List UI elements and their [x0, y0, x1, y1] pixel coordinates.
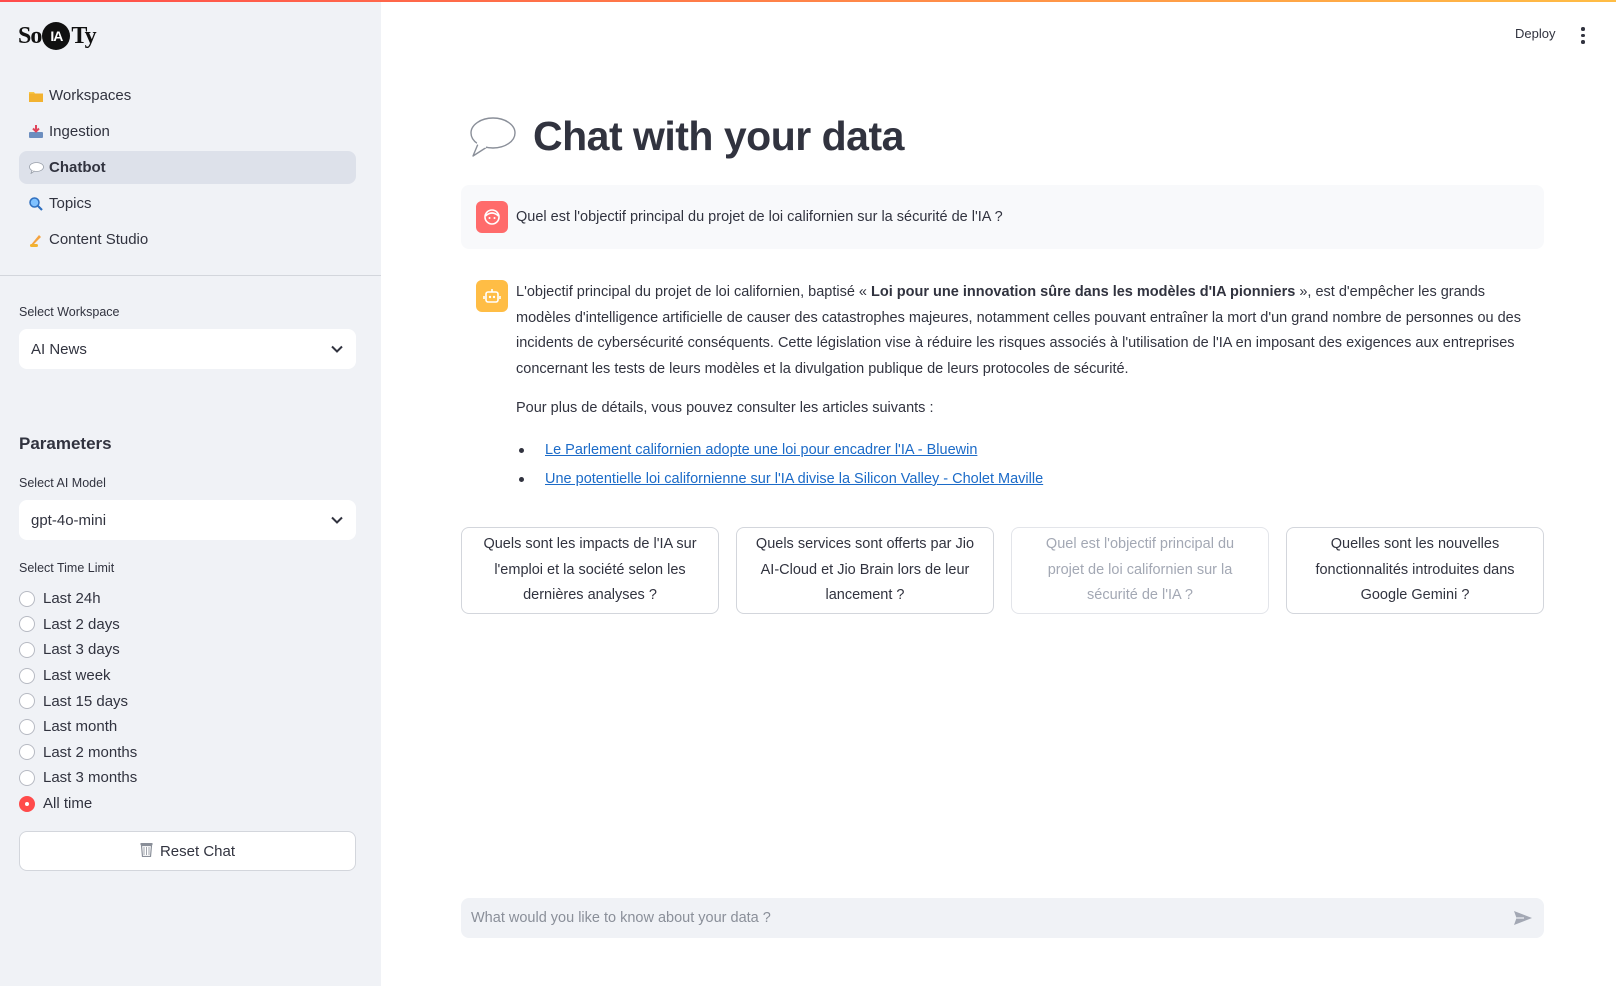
inbox-tray-icon [29, 125, 49, 138]
wastebasket-icon [140, 842, 153, 860]
logo-text-start: So [18, 22, 42, 49]
radio-label: Last 24h [43, 590, 101, 608]
workspace-select-value: AI News [31, 340, 87, 358]
magnifier-icon [29, 196, 49, 211]
radio-last-3-months[interactable]: Last 3 months [19, 765, 137, 791]
logo-badge: IA [42, 22, 71, 50]
user-message-text: Quel est l'objectif principal du projet … [516, 209, 1003, 225]
sidebar-nav: Workspaces Ingestion Chatbot Topics Cont… [19, 79, 356, 259]
list-item: Une potentielle loi californienne sur l'… [516, 465, 1541, 494]
radio-label: Last week [43, 667, 111, 685]
app-logo: So IA Ty [18, 22, 97, 50]
radio-label: Last 15 days [43, 692, 129, 710]
list-item: Le Parlement californien adopte une loi … [516, 436, 1541, 465]
user-message: Quel est l'objectif principal du projet … [461, 185, 1544, 249]
sidebar-item-label: Content Studio [49, 231, 149, 248]
model-select-label: Select AI Model [19, 476, 106, 490]
suggestion-button[interactable]: Quels services sont offerts par Jio AI-C… [736, 527, 994, 614]
speech-bubble-icon [470, 116, 516, 157]
radio-label: Last 2 days [43, 615, 120, 633]
sidebar-item-chatbot[interactable]: Chatbot [19, 151, 356, 184]
answer-bold-title: Loi pour une innovation sûre dans les mo… [871, 284, 1296, 300]
chevron-down-icon [330, 342, 344, 356]
user-avatar-icon [476, 201, 508, 233]
model-select-value: gpt-4o-mini [31, 511, 107, 529]
suggestion-button[interactable]: Quels sont les impacts de l'IA sur l'emp… [461, 527, 719, 614]
radio-last-week[interactable]: Last week [19, 663, 137, 689]
radio-circle[interactable] [19, 616, 35, 633]
writing-hand-icon [29, 233, 49, 247]
page-title: Chat with your data [533, 113, 904, 159]
radio-last-15-days[interactable]: Last 15 days [19, 688, 137, 714]
radio-circle[interactable] [19, 693, 35, 710]
time-limit-radio-group: Last 24h Last 2 days Last 3 days Last we… [19, 586, 137, 816]
article-link[interactable]: Une potentielle loi californienne sur l'… [545, 467, 1043, 493]
suggested-questions: Quels sont les impacts de l'IA sur l'emp… [461, 527, 1544, 614]
deploy-button[interactable]: Deploy [1515, 26, 1555, 41]
article-link-list: Le Parlement californien adopte une loi … [516, 436, 1541, 494]
folder-icon [29, 90, 49, 102]
radio-circle[interactable] [19, 667, 35, 684]
radio-circle[interactable] [19, 744, 35, 761]
radio-circle-selected[interactable] [19, 795, 35, 812]
workspace-select-label: Select Workspace [19, 305, 120, 319]
radio-last-2-days[interactable]: Last 2 days [19, 612, 137, 638]
chevron-down-icon [330, 513, 344, 527]
radio-last-2-months[interactable]: Last 2 months [19, 740, 137, 766]
radio-label: Last 3 months [43, 769, 138, 787]
time-limit-label: Select Time Limit [19, 561, 115, 575]
sidebar-item-label: Ingestion [49, 123, 110, 140]
bot-avatar-icon [476, 280, 508, 312]
model-select[interactable]: gpt-4o-mini [19, 500, 356, 540]
suggestion-button-disabled: Quel est l'objectif principal du projet … [1011, 527, 1269, 614]
radio-label: Last month [43, 718, 118, 736]
top-decoration-bar [0, 0, 1616, 2]
radio-circle[interactable] [19, 641, 35, 658]
page-header: Chat with your data [467, 113, 904, 160]
chat-input-bar [461, 898, 1544, 938]
radio-label: Last 3 days [43, 641, 120, 659]
sidebar-item-label: Topics [49, 195, 92, 212]
radio-label: Last 2 months [43, 743, 138, 761]
logo-text-end: Ty [71, 22, 96, 49]
send-icon[interactable] [1512, 908, 1534, 928]
chat-input[interactable] [471, 910, 1512, 926]
parameters-heading: Parameters [19, 434, 112, 453]
radio-circle[interactable] [19, 718, 35, 735]
suggestion-button[interactable]: Quelles sont les nouvelles fonctionnalit… [1286, 527, 1544, 614]
assistant-message-content: L'objectif principal du projet de loi ca… [516, 280, 1541, 494]
sidebar-item-ingestion[interactable]: Ingestion [19, 115, 356, 148]
radio-label: All time [43, 795, 93, 813]
sidebar-item-workspaces[interactable]: Workspaces [19, 79, 356, 112]
article-link[interactable]: Le Parlement californien adopte une loi … [545, 438, 977, 464]
radio-circle[interactable] [19, 769, 35, 786]
sidebar-item-content-studio[interactable]: Content Studio [19, 223, 356, 256]
sidebar-item-label: Workspaces [49, 87, 132, 104]
details-text: Pour plus de détails, vous pouvez consul… [516, 400, 934, 417]
reset-chat-button[interactable]: Reset Chat [19, 831, 356, 871]
answer-intro: L'objectif principal du projet de loi ca… [516, 284, 872, 300]
radio-circle[interactable] [19, 590, 35, 607]
sidebar-item-topics[interactable]: Topics [19, 187, 356, 220]
speech-bubble-icon [29, 161, 49, 174]
radio-last-24h[interactable]: Last 24h [19, 586, 137, 612]
assistant-answer-paragraph: L'objectif principal du projet de loi ca… [516, 280, 1541, 382]
sidebar-divider [0, 275, 381, 276]
assistant-message: L'objectif principal du projet de loi ca… [476, 280, 1546, 494]
radio-last-3-days[interactable]: Last 3 days [19, 637, 137, 663]
radio-all-time[interactable]: All time [19, 791, 137, 817]
workspace-select[interactable]: AI News [19, 329, 356, 369]
reset-chat-label: Reset Chat [159, 842, 236, 860]
radio-last-month[interactable]: Last month [19, 714, 137, 740]
sidebar-item-label: Chatbot [49, 159, 106, 176]
sidebar: So IA Ty Workspaces Ingestion Chatbot Topi… [0, 0, 381, 986]
main-menu-icon[interactable] [1580, 27, 1586, 44]
